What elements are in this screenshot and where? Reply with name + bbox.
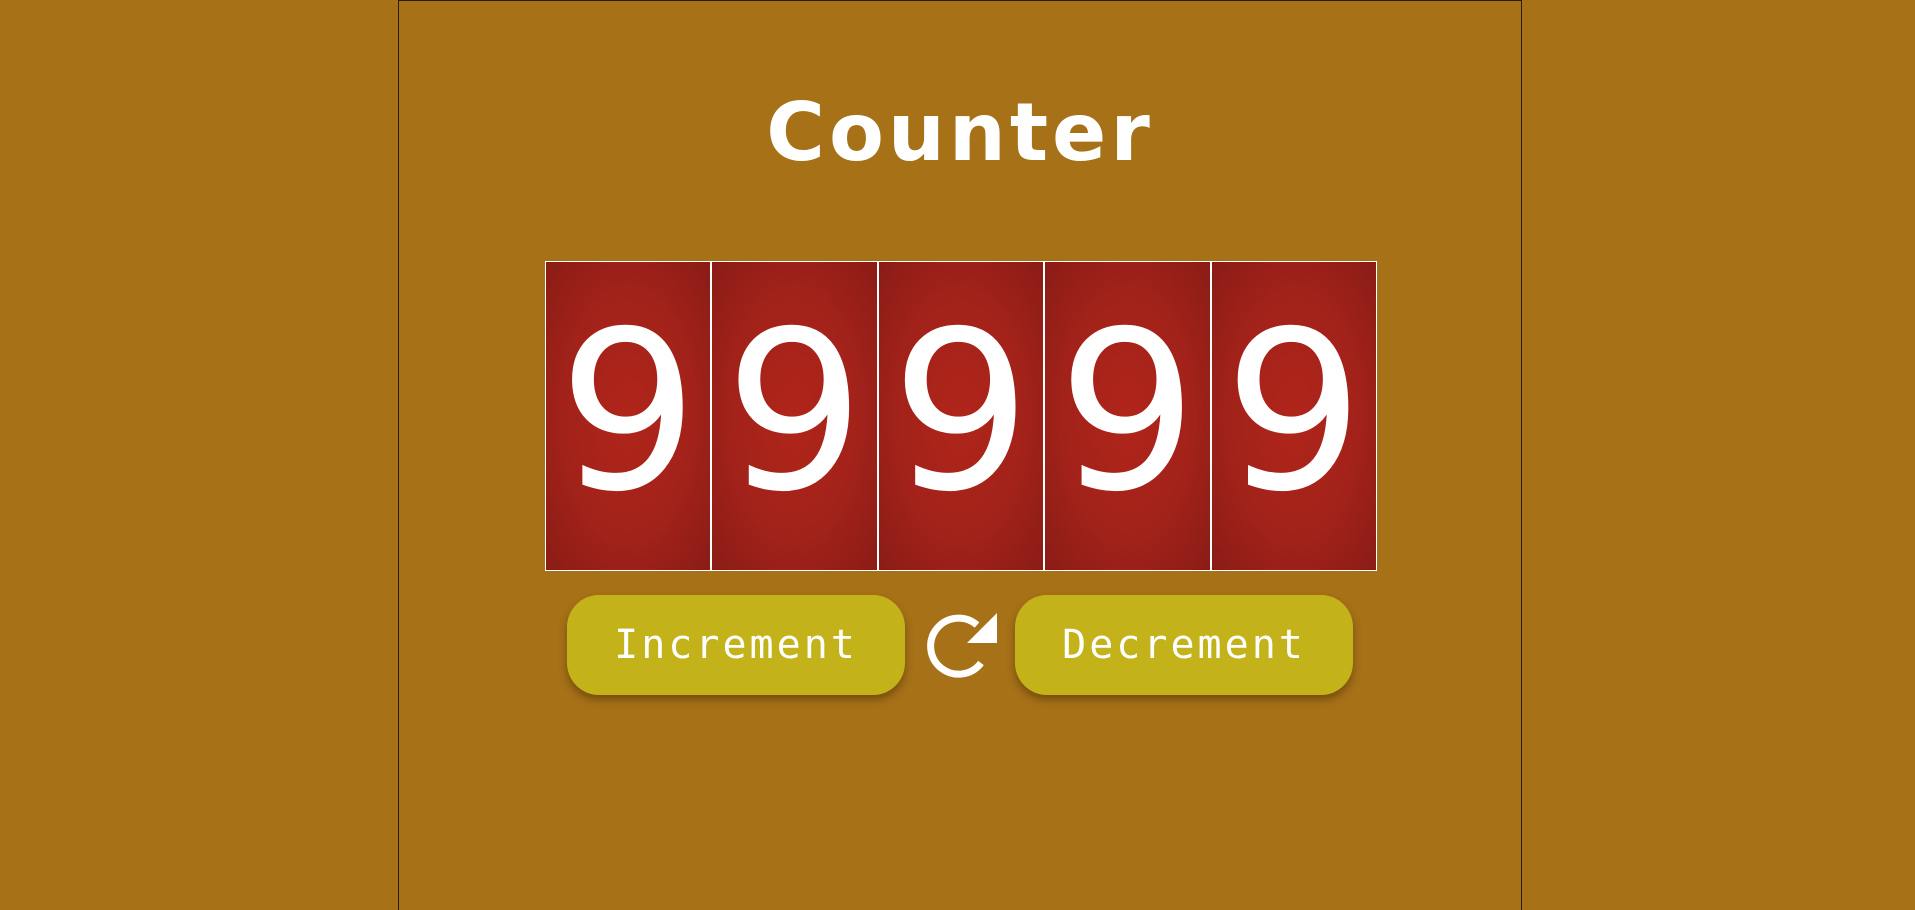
reset-button[interactable]	[919, 605, 1003, 689]
counter-controls: Increment Decrement	[567, 595, 1357, 695]
refresh-icon	[927, 613, 997, 678]
decrement-button[interactable]: Decrement	[1015, 595, 1353, 695]
counter-panel: Counter 9 9 9 9 9 Increment Decrement	[398, 0, 1522, 910]
increment-button[interactable]: Increment	[567, 595, 905, 695]
counter-display: 9 9 9 9 9	[545, 261, 1377, 571]
digit-2: 9	[712, 262, 879, 570]
digit-1: 9	[546, 262, 713, 570]
digit-4: 9	[1045, 262, 1212, 570]
digit-5: 9	[1211, 262, 1377, 570]
digit-3: 9	[878, 262, 1046, 570]
page-title: Counter	[766, 86, 1154, 179]
